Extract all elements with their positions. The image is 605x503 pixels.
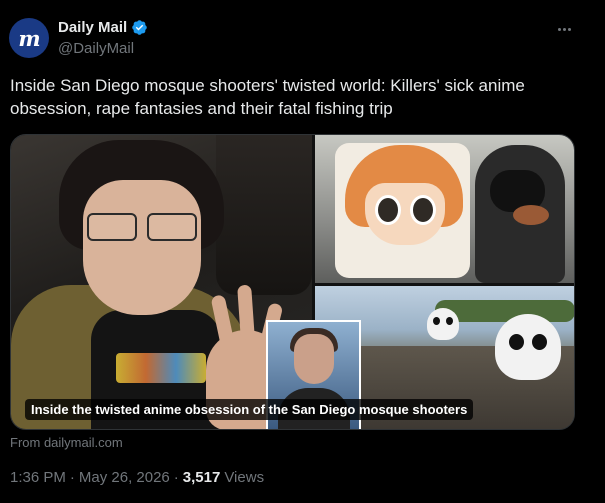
verified-badge-icon: [132, 20, 147, 35]
display-name[interactable]: Daily Mail: [58, 19, 127, 36]
skull-sticker-large: [495, 314, 561, 380]
tweet-time[interactable]: 1:36 PM: [10, 469, 66, 486]
skull-sticker-small: [427, 308, 459, 340]
avatar[interactable]: m: [9, 18, 49, 58]
meta-separator: ·: [69, 469, 75, 486]
views-label: Views: [224, 469, 265, 486]
tweet: m Daily Mail @DailyMail Inside San Diego…: [0, 0, 605, 503]
card-source-link[interactable]: From dailymail.com: [10, 435, 123, 450]
more-options-icon[interactable]: [553, 18, 575, 40]
handle[interactable]: @DailyMail: [58, 40, 134, 57]
photo-anime-pillow: [315, 135, 574, 283]
card-caption: Inside the twisted anime obsession of th…: [25, 399, 474, 420]
author-name-row: Daily Mail: [58, 19, 148, 36]
avatar-logo: m: [18, 25, 40, 51]
tweet-text: Inside San Diego mosque shooters' twiste…: [10, 76, 525, 118]
tweet-meta: 1:36 PM · May 26, 2026 · 3,517 Views: [10, 469, 264, 486]
tweet-date[interactable]: May 26, 2026: [79, 469, 170, 486]
views-count: 3,517: [182, 469, 221, 486]
meta-separator: ·: [173, 469, 179, 486]
link-card-media[interactable]: Inside the twisted anime obsession of th…: [10, 134, 575, 430]
